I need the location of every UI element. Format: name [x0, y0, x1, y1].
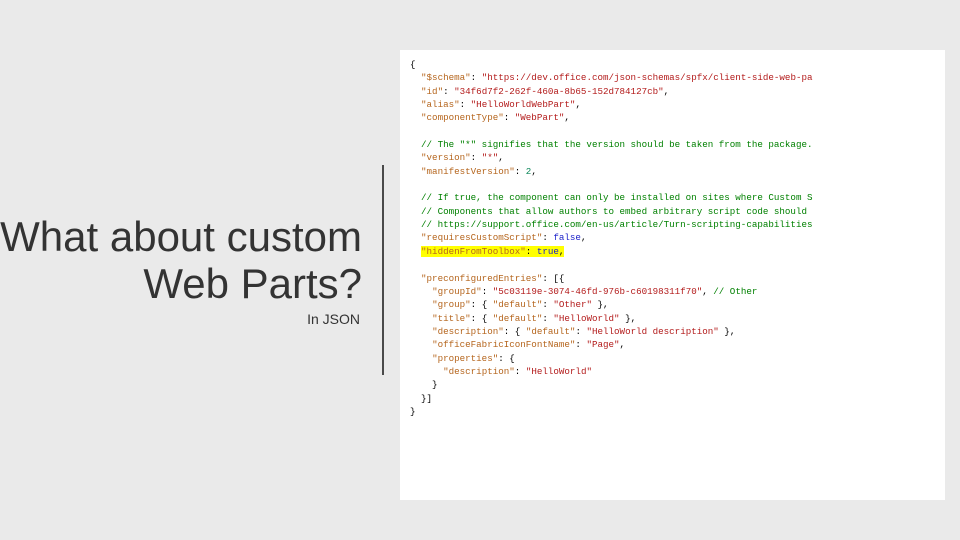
- vertical-divider: [382, 165, 384, 375]
- code-block: { "$schema": "https://dev.office.com/jso…: [400, 50, 945, 500]
- slide-title: What about custom Web Parts?: [0, 213, 362, 307]
- slide-subtitle: In JSON: [307, 311, 362, 327]
- slide-left-panel: What about custom Web Parts? In JSON: [0, 0, 380, 540]
